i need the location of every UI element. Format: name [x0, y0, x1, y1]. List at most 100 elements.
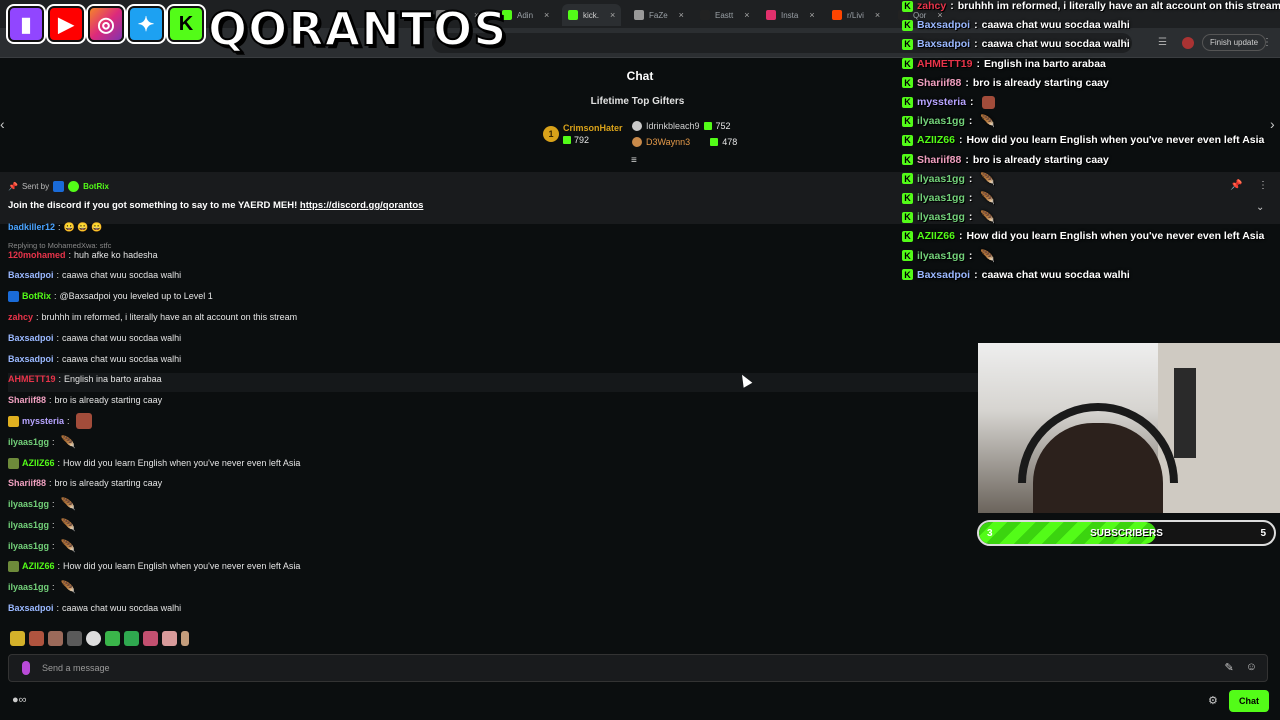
- chat-username[interactable]: 120mohamed: [8, 250, 66, 260]
- tab-favicon-icon: [832, 10, 842, 20]
- gifter-name: CrimsonHater: [563, 123, 623, 133]
- subscriber-badge-icon: [8, 457, 19, 469]
- chat-message[interactable]: Shariif88: bro is already starting caay: [8, 474, 162, 492]
- browser-tab[interactable]: Insta ×: [760, 4, 821, 26]
- chat-message[interactable]: Baxsadpoi: caawa chat wuu socdaa walhi: [8, 599, 181, 617]
- browser-tab[interactable]: r/Livi ×: [826, 4, 886, 26]
- chat-username[interactable]: AZIIZ66: [22, 561, 55, 571]
- separator: :: [52, 541, 55, 551]
- emote-icon[interactable]: [143, 631, 158, 646]
- emote-icon[interactable]: [10, 631, 25, 646]
- separator: :: [49, 478, 52, 488]
- chat-username[interactable]: Baxsadpoi: [8, 333, 54, 343]
- chat-username[interactable]: myssteria: [22, 416, 64, 426]
- browser-tab[interactable]: kick. ×: [562, 4, 622, 26]
- chat-message[interactable]: AZIIZ66: How did you learn English when y…: [8, 557, 300, 575]
- gear-icon[interactable]: ⚙: [1208, 694, 1218, 707]
- chat-username[interactable]: Baxsadpoi: [8, 354, 54, 364]
- chat-message[interactable]: Baxsadpoi: caawa chat wuu socdaa walhi: [8, 329, 181, 347]
- chat-username[interactable]: Shariif88: [8, 478, 46, 488]
- chat-username[interactable]: ilyaas1gg: [8, 437, 49, 447]
- emote-icon[interactable]: [48, 631, 63, 646]
- infinity-icon[interactable]: ●∞: [12, 694, 27, 706]
- smiley-icon[interactable]: ☺: [1246, 661, 1257, 674]
- chat-username[interactable]: zahcy: [8, 312, 33, 322]
- chat-message-list: badkiller12: 😀 😀 😀 Replying to MohamedXwa:…: [8, 222, 978, 622]
- chat-message[interactable]: Baxsadpoi: caawa chat wuu socdaa walhi: [8, 266, 181, 284]
- separator: :: [56, 603, 60, 613]
- emote-icon[interactable]: [29, 631, 44, 646]
- overlay-username: ilyaas1gg: [917, 211, 965, 224]
- social-icons-banner: ▮ ▶ ◎ ✦ K: [8, 6, 204, 42]
- separator: :: [52, 437, 55, 447]
- chat-message[interactable]: myssteria:: [8, 412, 92, 430]
- chat-message[interactable]: AHMETT19: English ina barto arabaa: [8, 370, 162, 388]
- chat-message[interactable]: ilyaas1gg: 🪶: [8, 578, 76, 596]
- tab-close-icon[interactable]: ×: [875, 10, 880, 20]
- chat-message[interactable]: ilyaas1gg: 🪶: [8, 495, 76, 513]
- overlay-username: ilyaas1gg: [917, 249, 965, 262]
- tab-close-icon[interactable]: ×: [744, 10, 749, 20]
- chat-message[interactable]: ilyaas1gg: 🪶: [8, 433, 76, 451]
- overlay-text: How did you learn English when you've ne…: [966, 134, 1265, 147]
- chat-username[interactable]: AHMETT19: [8, 374, 56, 384]
- chat-message[interactable]: 120mohamed: huh afke ko hadesha: [8, 246, 158, 264]
- feather-emote-icon: 🪶: [60, 539, 76, 553]
- chat-message[interactable]: AZIIZ66: How did you learn English when y…: [8, 454, 300, 472]
- browser-tab[interactable]: FaZe ×: [628, 4, 690, 26]
- chat-username[interactable]: ilyaas1gg: [8, 582, 49, 592]
- microphone-icon[interactable]: [22, 661, 30, 675]
- tab-close-icon[interactable]: ×: [544, 10, 549, 20]
- separator: :: [965, 153, 969, 166]
- send-message-input[interactable]: Send a message ✎ ☺: [8, 654, 1268, 682]
- chat-username[interactable]: badkiller12: [8, 222, 55, 232]
- separator: :: [52, 520, 55, 530]
- kick-icon: K: [902, 269, 913, 281]
- top-gifter-2[interactable]: Idrinkbleach9 752: [632, 121, 731, 131]
- browser-tab[interactable]: Eastt ×: [694, 4, 756, 26]
- overlay-text: caawa chat wuu socdaa walhi: [981, 268, 1130, 281]
- top-gifter-3[interactable]: D3Waynn3 478: [632, 137, 737, 147]
- emote-icon[interactable]: [105, 631, 120, 646]
- chat-username[interactable]: ilyaas1gg: [8, 520, 49, 530]
- emote-icon[interactable]: [181, 631, 189, 646]
- top-gifter-1[interactable]: 1 CrimsonHater 792: [543, 123, 623, 145]
- chat-username[interactable]: ilyaas1gg: [8, 499, 49, 509]
- chevron-left-icon[interactable]: ‹: [0, 116, 5, 132]
- chat-message[interactable]: zahcy: bruhhh im reformed, i literally ha…: [8, 308, 297, 326]
- gift-count: 792: [574, 135, 590, 145]
- chat-message[interactable]: ilyaas1gg: 🪶: [8, 516, 76, 534]
- chat-send-button[interactable]: Chat: [1229, 690, 1269, 712]
- chat-text: caawa chat wuu socdaa walhi: [62, 270, 182, 280]
- emote-picker-icon[interactable]: ✎: [1225, 661, 1234, 674]
- emote-icon[interactable]: [124, 631, 139, 646]
- tab-close-icon[interactable]: ×: [679, 10, 684, 20]
- kick-icon: K: [902, 0, 913, 12]
- chat-message[interactable]: Shariif88: bro is already starting caay: [8, 391, 162, 409]
- chat-message[interactable]: Baxsadpoi: caawa chat wuu socdaa walhi: [8, 350, 181, 368]
- emote-icon[interactable]: [86, 631, 101, 646]
- chat-message[interactable]: badkiller12: 😀 😀 😀: [8, 218, 102, 236]
- overlay-text: caawa chat wuu socdaa walhi: [981, 19, 1130, 32]
- chat-username[interactable]: Shariif88: [8, 395, 46, 405]
- emote-icon[interactable]: [67, 631, 82, 646]
- pinned-sender-name[interactable]: BotRix: [83, 182, 109, 191]
- pinned-sender: 📌 Sent by BotRix: [8, 181, 109, 192]
- chat-username[interactable]: BotRix: [22, 291, 51, 301]
- chat-username[interactable]: Baxsadpoi: [8, 603, 54, 613]
- chat-username[interactable]: Baxsadpoi: [8, 270, 54, 280]
- tab-close-icon[interactable]: ×: [610, 10, 615, 20]
- overlay-username: ilyaas1gg: [917, 115, 965, 128]
- chat-username[interactable]: AZIIZ66: [22, 458, 55, 468]
- chat-message[interactable]: BotRix: @Baxsadpoi you leveled up to Leve…: [8, 287, 213, 305]
- overlay-chat-message: Kzahcy: bruhhh im reformed, i literally h…: [902, 0, 1280, 15]
- chat-username[interactable]: ilyaas1gg: [8, 541, 49, 551]
- input-actions: ✎ ☺: [1225, 661, 1257, 674]
- chat-message[interactable]: ilyaas1gg: 🪶: [8, 537, 76, 555]
- discord-link[interactable]: https://discord.gg/qorantos: [300, 200, 424, 211]
- separator: :: [36, 312, 39, 322]
- filter-icon[interactable]: ≡: [631, 155, 637, 166]
- gifter-name: Idrinkbleach9: [646, 121, 700, 131]
- tab-close-icon[interactable]: ×: [809, 10, 814, 20]
- emote-icon[interactable]: [162, 631, 177, 646]
